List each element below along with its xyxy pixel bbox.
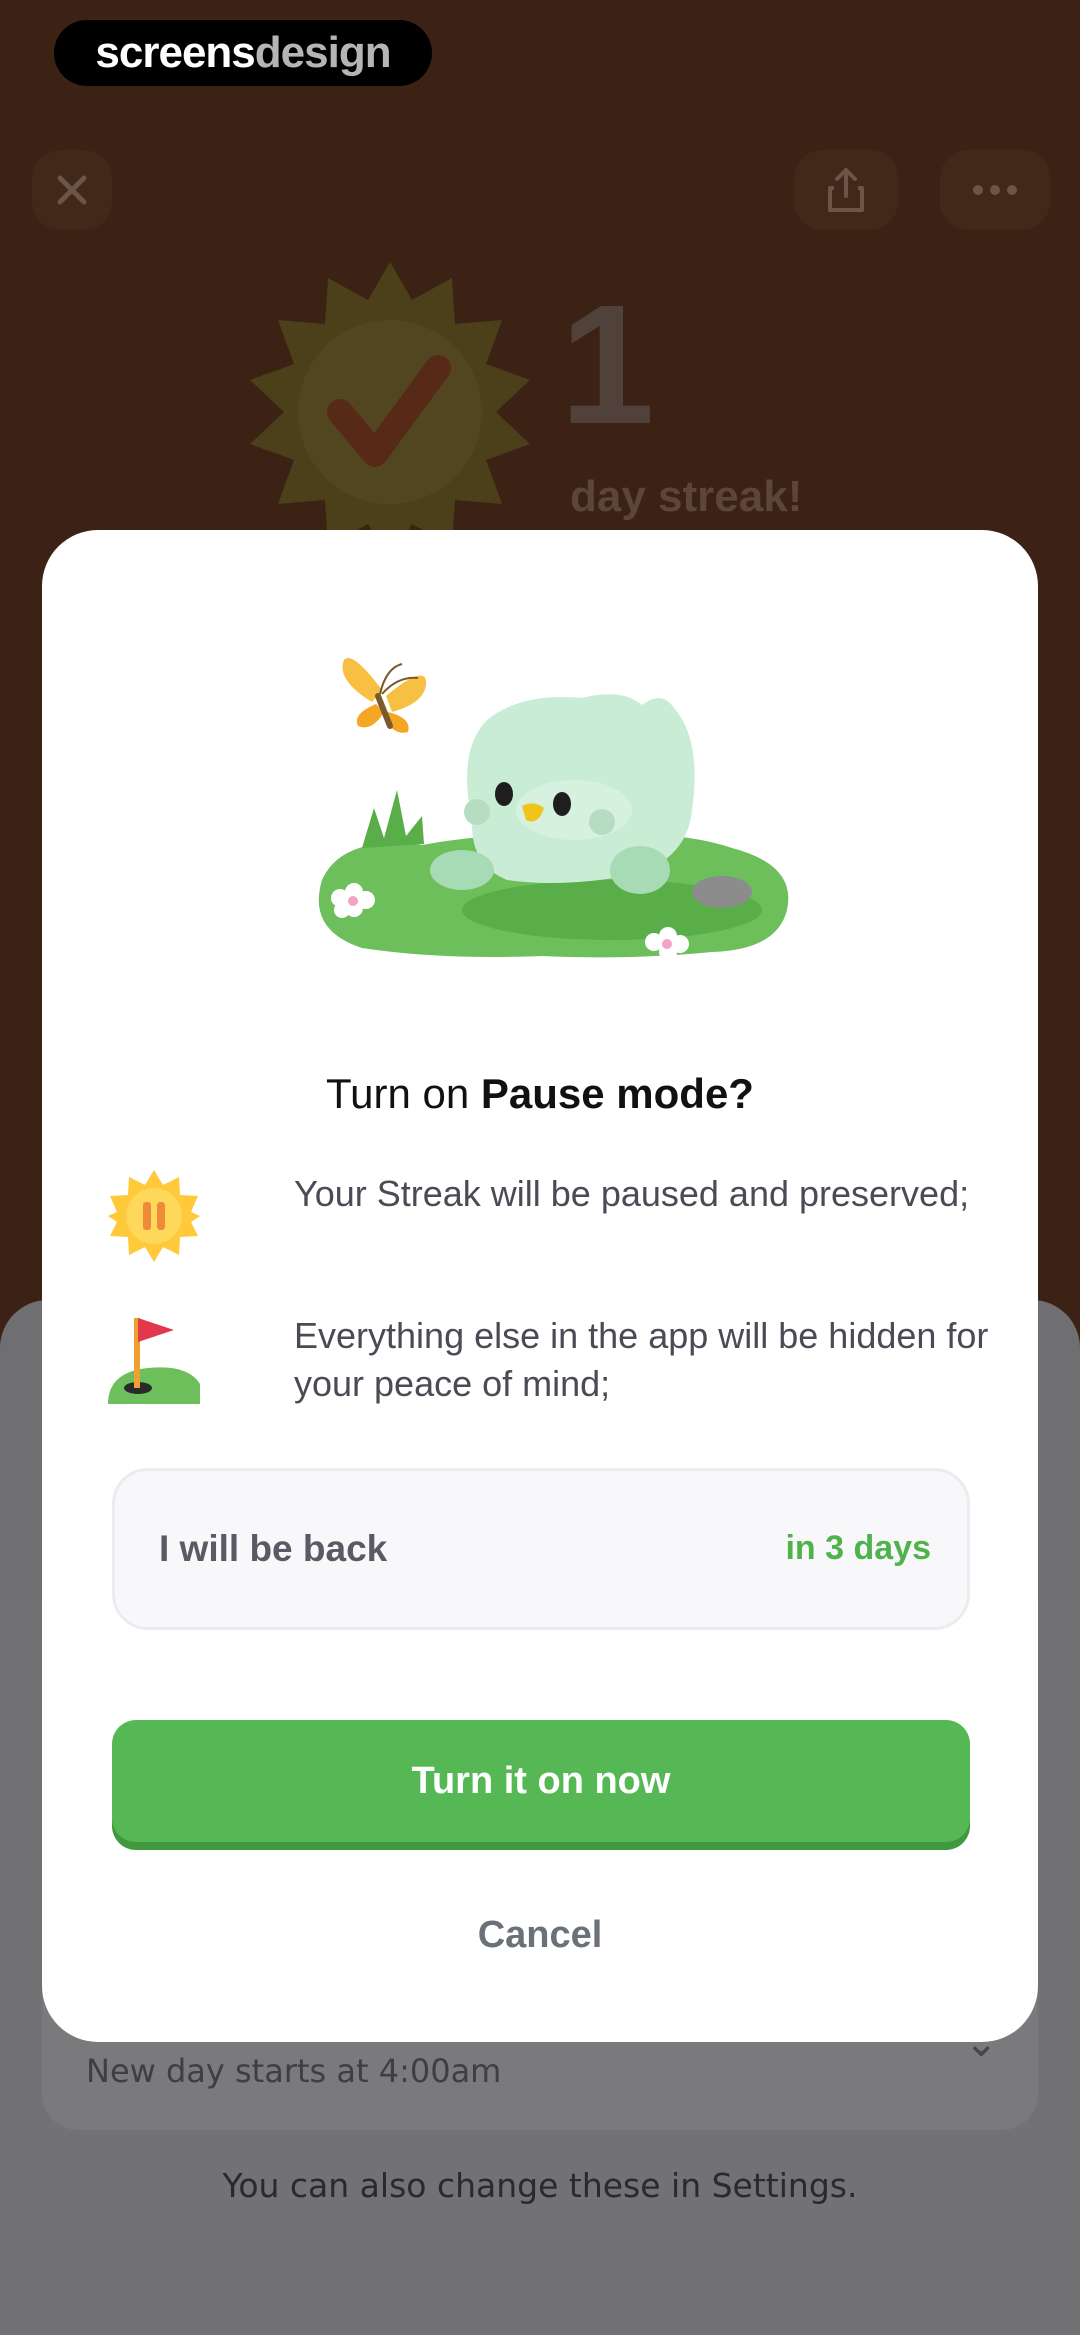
owl-resting-illustration — [318, 658, 789, 961]
bullet-streak-paused: Your Streak will be paused and preserved… — [108, 1170, 988, 1290]
bullet-text: Everything else in the app will be hidde… — [294, 1315, 989, 1404]
dialog-title: Turn on Pause mode? — [42, 1070, 1038, 1118]
paused-sun-icon — [108, 1170, 200, 1262]
bullet-text: Your Streak will be paused and preserved… — [294, 1173, 970, 1214]
close-icon — [57, 175, 87, 205]
dialog-title-prefix: Turn on — [326, 1070, 481, 1117]
screensdesign-watermark: screens design — [54, 20, 432, 86]
return-duration-label: I will be back — [159, 1528, 388, 1569]
watermark-part-2: design — [254, 28, 392, 77]
dialog-title-bold: Pause mode? — [480, 1070, 754, 1117]
turn-on-button[interactable]: Turn it on now — [112, 1720, 970, 1842]
golf-flag-icon — [108, 1318, 200, 1404]
more-button[interactable] — [940, 150, 1050, 230]
share-icon — [828, 168, 864, 212]
streak-label: day streak! — [570, 472, 803, 521]
streak-count: 1 — [560, 270, 655, 460]
cancel-button[interactable]: Cancel — [342, 1900, 738, 1970]
day-boundary-subtitle: New day starts at 4:00am — [86, 2052, 502, 2090]
settings-footnote: You can also change these in Settings. — [222, 2166, 858, 2205]
watermark-part-1: screens — [95, 28, 255, 77]
close-button[interactable] — [32, 150, 112, 230]
more-icon — [973, 185, 1017, 195]
return-duration-selector[interactable]: I will be back in 3 days — [112, 1468, 970, 1630]
share-button[interactable] — [794, 150, 898, 230]
bullet-app-hidden: Everything else in the app will be hidde… — [108, 1312, 988, 1432]
return-duration-value: in 3 days — [785, 1529, 931, 1567]
pause-mode-dialog: Turn on Pause mode? Your Streak will be … — [42, 530, 1038, 2042]
streak-sun-check-icon — [250, 262, 530, 562]
